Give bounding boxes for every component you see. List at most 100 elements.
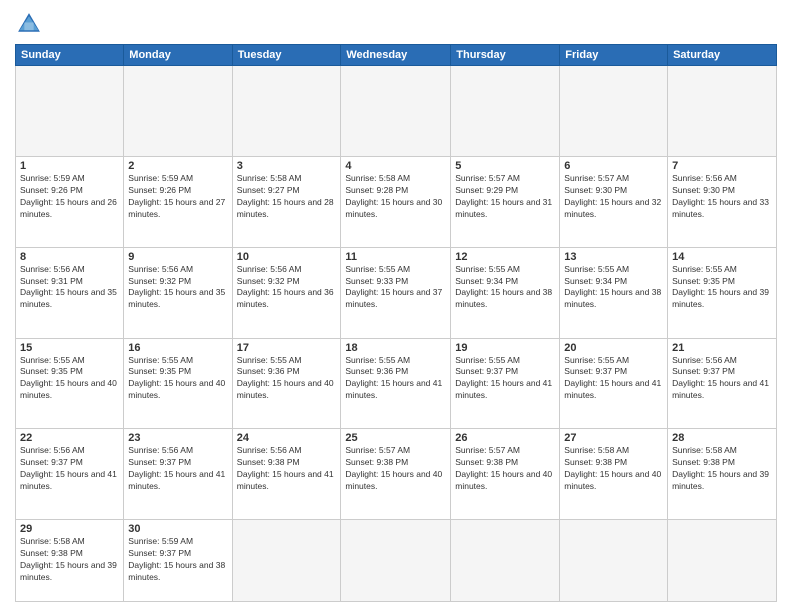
day-cell	[124, 66, 232, 157]
day-cell: 22Sunrise: 5:56 AMSunset: 9:37 PMDayligh…	[16, 429, 124, 520]
day-number: 26	[455, 432, 555, 444]
day-number: 27	[564, 432, 663, 444]
day-info: Sunrise: 5:55 AMSunset: 9:35 PMDaylight:…	[20, 355, 119, 403]
day-info: Sunrise: 5:58 AMSunset: 9:28 PMDaylight:…	[345, 173, 446, 221]
day-number: 13	[564, 251, 663, 263]
day-cell: 6Sunrise: 5:57 AMSunset: 9:30 PMDaylight…	[560, 156, 668, 247]
day-cell: 29Sunrise: 5:58 AMSunset: 9:38 PMDayligh…	[16, 520, 124, 602]
day-info: Sunrise: 5:56 AMSunset: 9:37 PMDaylight:…	[20, 445, 119, 493]
day-cell: 15Sunrise: 5:55 AMSunset: 9:35 PMDayligh…	[16, 338, 124, 429]
day-cell	[668, 520, 777, 602]
day-cell: 21Sunrise: 5:56 AMSunset: 9:37 PMDayligh…	[668, 338, 777, 429]
day-cell	[560, 520, 668, 602]
day-number: 3	[237, 160, 337, 172]
day-info: Sunrise: 5:56 AMSunset: 9:37 PMDaylight:…	[128, 445, 227, 493]
day-cell: 8Sunrise: 5:56 AMSunset: 9:31 PMDaylight…	[16, 247, 124, 338]
day-number: 24	[237, 432, 337, 444]
day-cell: 10Sunrise: 5:56 AMSunset: 9:32 PMDayligh…	[232, 247, 341, 338]
day-number: 30	[128, 523, 227, 535]
day-number: 6	[564, 160, 663, 172]
day-number: 7	[672, 160, 772, 172]
header-wednesday: Wednesday	[341, 45, 451, 66]
day-cell: 23Sunrise: 5:56 AMSunset: 9:37 PMDayligh…	[124, 429, 232, 520]
day-number: 15	[20, 342, 119, 354]
day-info: Sunrise: 5:56 AMSunset: 9:31 PMDaylight:…	[20, 264, 119, 312]
day-number: 29	[20, 523, 119, 535]
day-cell: 16Sunrise: 5:55 AMSunset: 9:35 PMDayligh…	[124, 338, 232, 429]
day-info: Sunrise: 5:59 AMSunset: 9:26 PMDaylight:…	[20, 173, 119, 221]
day-info: Sunrise: 5:55 AMSunset: 9:37 PMDaylight:…	[455, 355, 555, 403]
day-number: 12	[455, 251, 555, 263]
day-number: 20	[564, 342, 663, 354]
day-info: Sunrise: 5:58 AMSunset: 9:38 PMDaylight:…	[564, 445, 663, 493]
day-number: 25	[345, 432, 446, 444]
day-number: 21	[672, 342, 772, 354]
day-cell: 7Sunrise: 5:56 AMSunset: 9:30 PMDaylight…	[668, 156, 777, 247]
day-info: Sunrise: 5:57 AMSunset: 9:30 PMDaylight:…	[564, 173, 663, 221]
day-cell	[341, 520, 451, 602]
header-thursday: Thursday	[451, 45, 560, 66]
day-number: 17	[237, 342, 337, 354]
day-info: Sunrise: 5:55 AMSunset: 9:35 PMDaylight:…	[128, 355, 227, 403]
week-row-3: 8Sunrise: 5:56 AMSunset: 9:31 PMDaylight…	[16, 247, 777, 338]
day-number: 22	[20, 432, 119, 444]
day-number: 5	[455, 160, 555, 172]
day-cell: 1Sunrise: 5:59 AMSunset: 9:26 PMDaylight…	[16, 156, 124, 247]
day-number: 23	[128, 432, 227, 444]
day-number: 9	[128, 251, 227, 263]
day-info: Sunrise: 5:59 AMSunset: 9:37 PMDaylight:…	[128, 536, 227, 584]
week-row-5: 22Sunrise: 5:56 AMSunset: 9:37 PMDayligh…	[16, 429, 777, 520]
day-info: Sunrise: 5:56 AMSunset: 9:32 PMDaylight:…	[128, 264, 227, 312]
day-cell: 4Sunrise: 5:58 AMSunset: 9:28 PMDaylight…	[341, 156, 451, 247]
header-monday: Monday	[124, 45, 232, 66]
day-cell: 18Sunrise: 5:55 AMSunset: 9:36 PMDayligh…	[341, 338, 451, 429]
day-info: Sunrise: 5:57 AMSunset: 9:38 PMDaylight:…	[455, 445, 555, 493]
day-info: Sunrise: 5:55 AMSunset: 9:36 PMDaylight:…	[345, 355, 446, 403]
day-info: Sunrise: 5:58 AMSunset: 9:38 PMDaylight:…	[672, 445, 772, 493]
day-number: 4	[345, 160, 446, 172]
day-number: 14	[672, 251, 772, 263]
day-info: Sunrise: 5:56 AMSunset: 9:37 PMDaylight:…	[672, 355, 772, 403]
day-cell: 17Sunrise: 5:55 AMSunset: 9:36 PMDayligh…	[232, 338, 341, 429]
header-tuesday: Tuesday	[232, 45, 341, 66]
day-info: Sunrise: 5:55 AMSunset: 9:36 PMDaylight:…	[237, 355, 337, 403]
day-info: Sunrise: 5:58 AMSunset: 9:38 PMDaylight:…	[20, 536, 119, 584]
day-cell	[668, 66, 777, 157]
day-number: 16	[128, 342, 227, 354]
day-info: Sunrise: 5:56 AMSunset: 9:38 PMDaylight:…	[237, 445, 337, 493]
header-sunday: Sunday	[16, 45, 124, 66]
day-cell	[451, 520, 560, 602]
day-cell: 24Sunrise: 5:56 AMSunset: 9:38 PMDayligh…	[232, 429, 341, 520]
day-cell: 20Sunrise: 5:55 AMSunset: 9:37 PMDayligh…	[560, 338, 668, 429]
header-row: SundayMondayTuesdayWednesdayThursdayFrid…	[16, 45, 777, 66]
day-cell: 2Sunrise: 5:59 AMSunset: 9:26 PMDaylight…	[124, 156, 232, 247]
day-info: Sunrise: 5:56 AMSunset: 9:30 PMDaylight:…	[672, 173, 772, 221]
day-cell	[341, 66, 451, 157]
day-cell: 27Sunrise: 5:58 AMSunset: 9:38 PMDayligh…	[560, 429, 668, 520]
day-info: Sunrise: 5:58 AMSunset: 9:27 PMDaylight:…	[237, 173, 337, 221]
day-info: Sunrise: 5:56 AMSunset: 9:32 PMDaylight:…	[237, 264, 337, 312]
day-number: 8	[20, 251, 119, 263]
day-cell: 9Sunrise: 5:56 AMSunset: 9:32 PMDaylight…	[124, 247, 232, 338]
week-row-1	[16, 66, 777, 157]
day-info: Sunrise: 5:55 AMSunset: 9:35 PMDaylight:…	[672, 264, 772, 312]
day-number: 19	[455, 342, 555, 354]
day-number: 10	[237, 251, 337, 263]
header-friday: Friday	[560, 45, 668, 66]
day-number: 11	[345, 251, 446, 263]
day-number: 28	[672, 432, 772, 444]
day-number: 2	[128, 160, 227, 172]
day-cell: 28Sunrise: 5:58 AMSunset: 9:38 PMDayligh…	[668, 429, 777, 520]
logo-icon	[15, 10, 43, 38]
day-info: Sunrise: 5:55 AMSunset: 9:37 PMDaylight:…	[564, 355, 663, 403]
day-cell	[16, 66, 124, 157]
header	[15, 10, 777, 38]
day-info: Sunrise: 5:55 AMSunset: 9:33 PMDaylight:…	[345, 264, 446, 312]
day-info: Sunrise: 5:57 AMSunset: 9:38 PMDaylight:…	[345, 445, 446, 493]
day-cell: 30Sunrise: 5:59 AMSunset: 9:37 PMDayligh…	[124, 520, 232, 602]
day-cell	[560, 66, 668, 157]
day-cell: 3Sunrise: 5:58 AMSunset: 9:27 PMDaylight…	[232, 156, 341, 247]
day-cell: 14Sunrise: 5:55 AMSunset: 9:35 PMDayligh…	[668, 247, 777, 338]
header-saturday: Saturday	[668, 45, 777, 66]
day-cell: 26Sunrise: 5:57 AMSunset: 9:38 PMDayligh…	[451, 429, 560, 520]
